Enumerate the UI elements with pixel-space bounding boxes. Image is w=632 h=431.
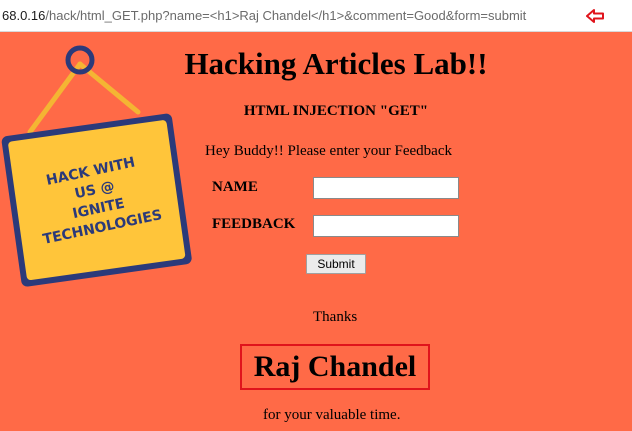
url-text[interactable]: 68.0.16/hack/html_GET.php?name=<h1>Raj C… <box>0 8 526 23</box>
thanks-text: Thanks <box>313 309 358 325</box>
page-title: Hacking Articles Lab!! <box>184 46 488 81</box>
intro-text: Hey Buddy!! Please enter your Feedback <box>205 143 453 159</box>
injected-name: Raj Chandel <box>253 350 417 383</box>
url-path: /hack/html_GET.php?name=<h1>Raj Chandel<… <box>45 8 527 23</box>
name-input[interactable] <box>313 177 459 199</box>
page-subtitle: HTML INJECTION "GET" <box>243 103 429 119</box>
closing-text: for your valuable time. <box>263 407 401 423</box>
name-label: NAME <box>212 179 258 195</box>
feedback-input[interactable] <box>313 215 459 237</box>
submit-button[interactable]: Submit <box>306 254 366 274</box>
feedback-label: FEEDBACK <box>212 216 296 232</box>
url-host: 68.0.16 <box>2 8 46 23</box>
injected-heading-box: Raj Chandel <box>240 344 430 390</box>
address-bar[interactable]: 68.0.16/hack/html_GET.php?name=<h1>Raj C… <box>0 0 632 32</box>
arrow-left-icon <box>586 9 604 23</box>
